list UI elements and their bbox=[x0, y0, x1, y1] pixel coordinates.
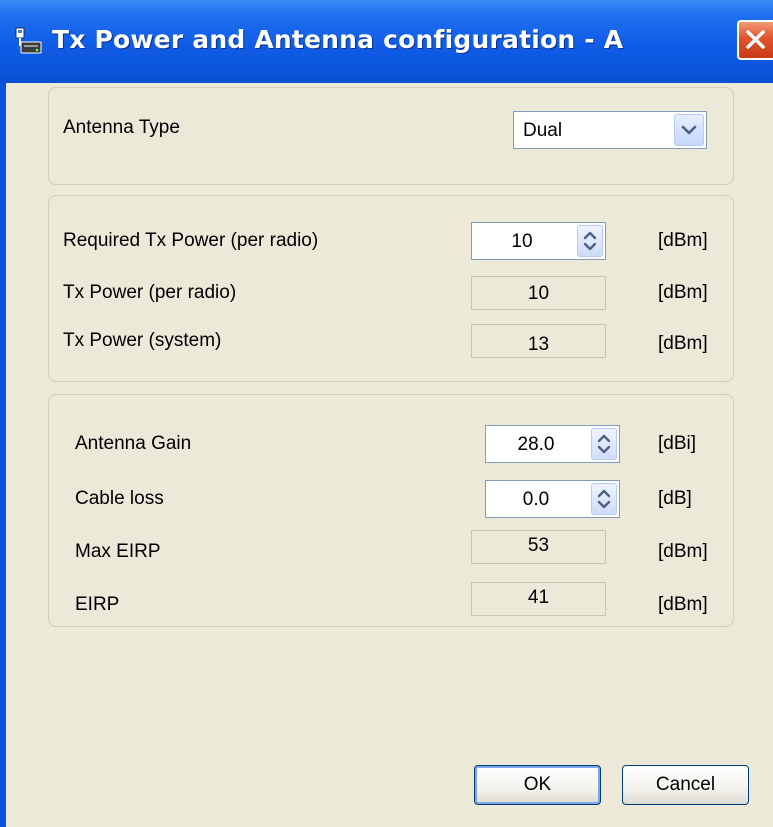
antenna-gain-unit: [dBi] bbox=[658, 433, 697, 454]
cable-loss-spinner[interactable]: 0.0 bbox=[485, 480, 620, 518]
tx-power-system-unit: [dBm] bbox=[658, 333, 708, 354]
required-tx-power-value: 10 bbox=[511, 231, 533, 252]
cancel-button[interactable]: Cancel bbox=[622, 765, 749, 805]
antenna-eirp-group: Antenna Gain 28.0 [dBi] Cable loss 0.0 [… bbox=[48, 394, 734, 627]
tx-power-group: Required Tx Power (per radio) 10 [dBm] T… bbox=[48, 195, 734, 382]
antenna-type-label: Antenna Type bbox=[63, 117, 180, 138]
antenna-type-select[interactable]: Dual bbox=[513, 111, 707, 149]
antenna-gain-spinner[interactable]: 28.0 bbox=[485, 425, 620, 463]
antenna-gain-value: 28.0 bbox=[517, 434, 555, 455]
chevron-down-icon[interactable] bbox=[674, 114, 704, 146]
close-icon bbox=[746, 30, 765, 49]
tx-power-system-label: Tx Power (system) bbox=[63, 330, 222, 351]
max-eirp-value: 53 bbox=[527, 535, 550, 556]
cable-loss-label: Cable loss bbox=[75, 488, 164, 509]
antenna-type-group: Antenna Type Dual bbox=[48, 87, 734, 185]
eirp-unit: [dBm] bbox=[658, 594, 708, 615]
tx-power-per-radio-value: 10 bbox=[527, 283, 550, 304]
required-tx-power-unit: [dBm] bbox=[658, 230, 708, 251]
dialog-window: Tx Power and Antenna configuration - A A… bbox=[0, 0, 773, 827]
tx-power-system-value: 13 bbox=[527, 334, 550, 355]
cable-loss-unit: [dB] bbox=[658, 488, 692, 509]
window-title: Tx Power and Antenna configuration - A bbox=[52, 25, 624, 54]
close-button[interactable] bbox=[737, 20, 773, 60]
tx-power-system-field: 13 bbox=[471, 324, 606, 358]
required-tx-power-spinner[interactable]: 10 bbox=[471, 222, 606, 260]
title-bar[interactable]: Tx Power and Antenna configuration - A bbox=[0, 0, 773, 83]
dialog-body: Antenna Type Dual Required Tx Power (per… bbox=[6, 83, 773, 827]
antenna-type-value: Dual bbox=[523, 120, 563, 141]
max-eirp-label: Max EIRP bbox=[75, 541, 161, 562]
eirp-field: 41 bbox=[471, 582, 606, 616]
max-eirp-unit: [dBm] bbox=[658, 541, 708, 562]
tx-power-per-radio-unit: [dBm] bbox=[658, 282, 708, 303]
cable-loss-value: 0.0 bbox=[522, 489, 550, 510]
max-eirp-field: 53 bbox=[471, 530, 606, 564]
ok-button[interactable]: OK bbox=[474, 765, 601, 805]
antenna-gain-label: Antenna Gain bbox=[75, 433, 192, 454]
eirp-label: EIRP bbox=[75, 594, 120, 615]
spin-updown-icon[interactable] bbox=[591, 428, 617, 460]
spin-updown-icon[interactable] bbox=[591, 483, 617, 515]
network-device-icon bbox=[15, 27, 42, 54]
eirp-value: 41 bbox=[527, 587, 550, 608]
spin-updown-icon[interactable] bbox=[577, 225, 603, 257]
tx-power-per-radio-field: 10 bbox=[471, 276, 606, 310]
tx-power-per-radio-label: Tx Power (per radio) bbox=[63, 282, 237, 303]
required-tx-power-label: Required Tx Power (per radio) bbox=[63, 230, 319, 251]
